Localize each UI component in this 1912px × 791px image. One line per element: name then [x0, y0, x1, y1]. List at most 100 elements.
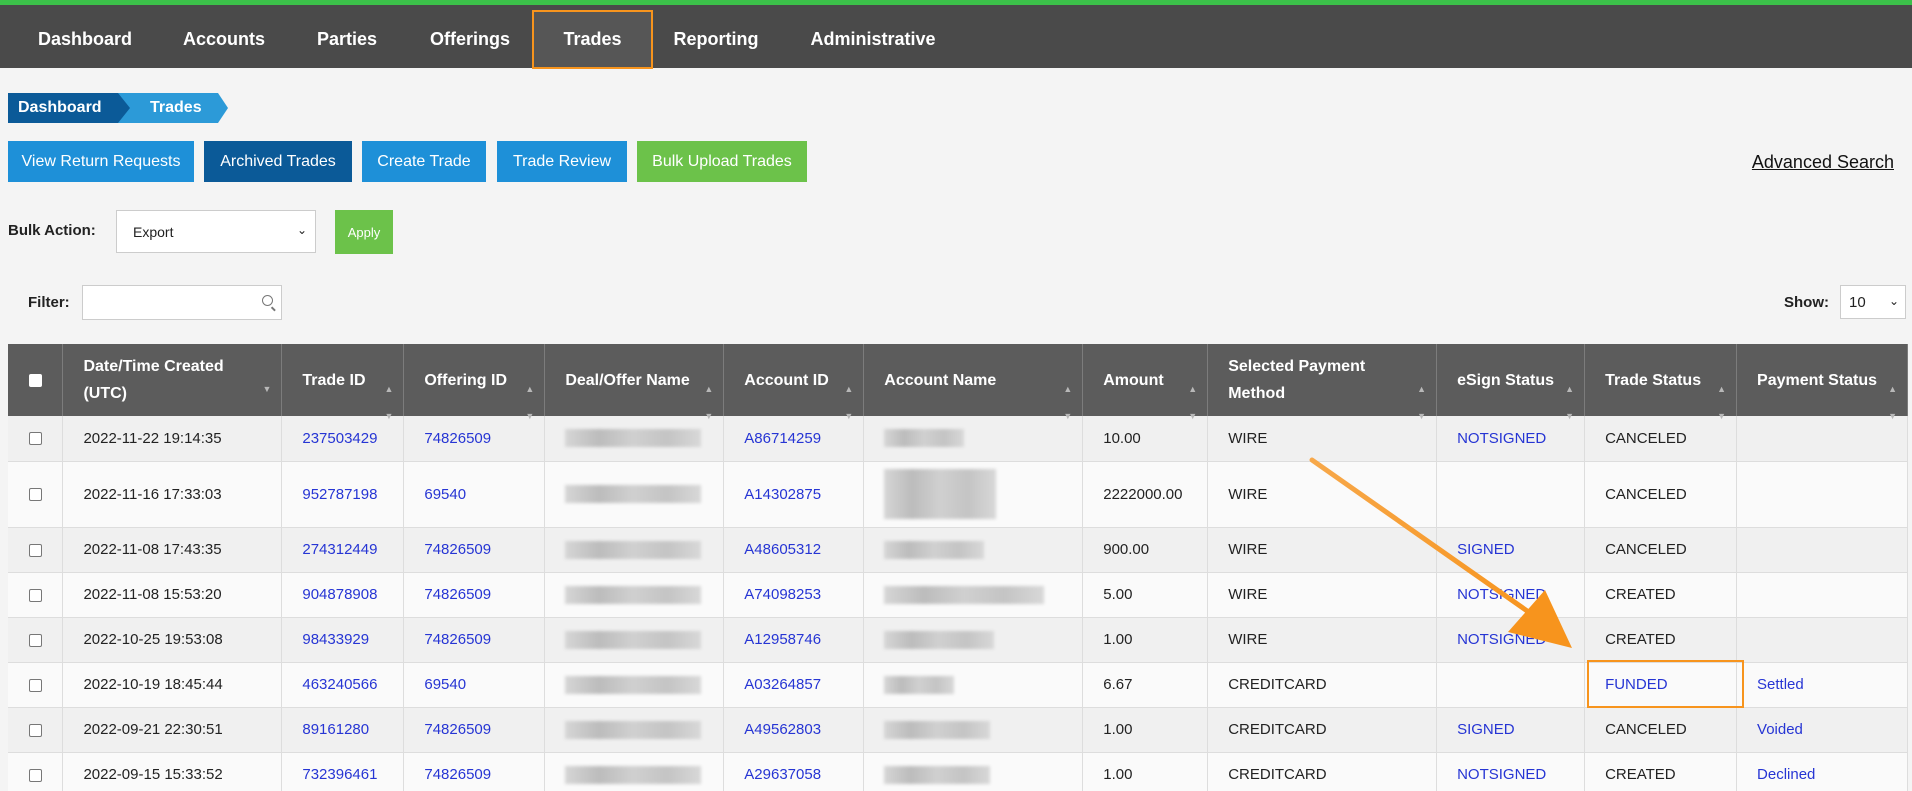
col-offering-id[interactable]: Offering ID ▲ ▼: [403, 344, 546, 421]
cell-offering-id-link[interactable]: 74826509: [403, 617, 546, 663]
cell-trade-status-highlighted[interactable]: FUNDED: [1584, 662, 1738, 708]
cell-trade-id-link[interactable]: 732396461: [281, 752, 405, 791]
cell-trade-id-link[interactable]: 463240566: [281, 662, 405, 708]
cell-esign-status[interactable]: NOTSIGNED: [1436, 752, 1586, 791]
row-checkbox[interactable]: [28, 488, 42, 502]
cell-account-id-link[interactable]: A86714259: [723, 416, 865, 462]
cell-payment-status[interactable]: Voided: [1736, 707, 1908, 753]
cell-account-id-link[interactable]: A48605312: [723, 527, 865, 573]
col-trade-id[interactable]: Trade ID ▲ ▼: [281, 344, 405, 421]
col-deal-offer-name[interactable]: Deal/Offer Name ▲ ▼: [544, 344, 725, 421]
cell-esign-status[interactable]: NOTSIGNED: [1436, 617, 1586, 663]
sort-icon: ▲ ▼: [1417, 384, 1427, 421]
row-checkbox[interactable]: [28, 633, 42, 647]
cell-offering-id-link[interactable]: 74826509: [403, 572, 546, 618]
cell-account-name-redacted: [863, 461, 1084, 528]
cell-account-id-link[interactable]: A03264857: [723, 662, 865, 708]
cell-trade-id-link[interactable]: 89161280: [281, 707, 405, 753]
cell-deal-name-redacted: [544, 416, 725, 462]
cell-payment-status[interactable]: [1736, 527, 1908, 573]
col-account-id[interactable]: Account ID ▲ ▼: [723, 344, 865, 421]
cell-esign-status[interactable]: [1436, 662, 1586, 708]
nav-accounts[interactable]: Accounts: [168, 10, 280, 69]
sort-icon: ▲ ▼: [1717, 384, 1727, 421]
advanced-search-link[interactable]: Advanced Search: [1752, 152, 1894, 173]
cell-offering-id-link[interactable]: 74826509: [403, 752, 546, 791]
cell-payment-status[interactable]: Declined: [1736, 752, 1908, 791]
cell-date: 2022-11-22 19:14:35: [62, 416, 283, 462]
breadcrumb-dashboard[interactable]: Dashboard: [8, 93, 130, 123]
trade-review-button[interactable]: Trade Review: [497, 141, 627, 182]
nav-trades[interactable]: Trades: [532, 10, 653, 69]
cell-payment-status[interactable]: [1736, 461, 1908, 528]
nav-administrative[interactable]: Administrative: [800, 10, 946, 69]
row-checkbox[interactable]: [28, 543, 42, 557]
cell-date: 2022-09-21 22:30:51: [62, 707, 283, 753]
cell-trade-id-link[interactable]: 904878908: [281, 572, 405, 618]
cell-trade-id-link[interactable]: 274312449: [281, 527, 405, 573]
cell-esign-status[interactable]: [1436, 461, 1586, 528]
show-count-select[interactable]: 10 ⌄: [1840, 285, 1906, 319]
table-row: 2022-11-08 15:53:20 904878908 74826509 A…: [8, 572, 1908, 618]
row-checkbox[interactable]: [28, 678, 42, 692]
cell-trade-id-link[interactable]: 952787198: [281, 461, 405, 528]
row-checkbox[interactable]: [28, 588, 42, 602]
cell-payment-status[interactable]: [1736, 416, 1908, 462]
archived-trades-button[interactable]: Archived Trades: [204, 141, 352, 182]
row-checkbox[interactable]: [28, 768, 42, 782]
nav-reporting[interactable]: Reporting: [660, 10, 772, 69]
show-label: Show:: [1784, 294, 1829, 311]
bulk-upload-trades-button[interactable]: Bulk Upload Trades: [637, 141, 807, 182]
cell-offering-id-link[interactable]: 74826509: [403, 527, 546, 573]
sort-icon: ▲ ▼: [1063, 384, 1073, 421]
apply-button[interactable]: Apply: [335, 210, 393, 254]
nav-offerings[interactable]: Offerings: [414, 10, 526, 69]
table-row: 2022-09-21 22:30:51 89161280 74826509 A4…: [8, 707, 1908, 753]
row-checkbox[interactable]: [28, 432, 42, 446]
cell-account-name-redacted: [863, 662, 1084, 708]
select-all-checkbox[interactable]: [28, 373, 42, 387]
row-select: [8, 752, 64, 791]
cell-account-name-redacted: [863, 617, 1084, 663]
cell-account-id-link[interactable]: A49562803: [723, 707, 865, 753]
nav-dashboard[interactable]: Dashboard: [20, 10, 150, 69]
row-checkbox[interactable]: [28, 723, 42, 737]
col-trade-status[interactable]: Trade Status ▲ ▼: [1584, 344, 1738, 421]
cell-esign-status[interactable]: NOTSIGNED: [1436, 572, 1586, 618]
cell-trade-id-link[interactable]: 98433929: [281, 617, 405, 663]
create-trade-button[interactable]: Create Trade: [362, 141, 486, 182]
cell-payment-status[interactable]: [1736, 572, 1908, 618]
row-select: [8, 572, 64, 618]
cell-esign-status[interactable]: SIGNED: [1436, 527, 1586, 573]
sort-icon: ▲ ▼: [1888, 384, 1897, 421]
cell-deal-name-redacted: [544, 461, 725, 528]
cell-payment-status[interactable]: Settled: [1736, 662, 1908, 708]
cell-offering-id-link[interactable]: 69540: [403, 461, 546, 528]
col-amount[interactable]: Amount ▲ ▼: [1082, 344, 1209, 421]
cell-payment-status[interactable]: [1736, 617, 1908, 663]
bulk-action-select[interactable]: Export ⌄: [116, 210, 316, 253]
sort-icon: ▲ ▼: [1188, 384, 1198, 421]
cell-esign-status[interactable]: SIGNED: [1436, 707, 1586, 753]
cell-account-id-link[interactable]: A12958746: [723, 617, 865, 663]
cell-offering-id-link[interactable]: 69540: [403, 662, 546, 708]
cell-account-id-link[interactable]: A74098253: [723, 572, 865, 618]
cell-account-id-link[interactable]: A29637058: [723, 752, 865, 791]
nav-parties[interactable]: Parties: [298, 10, 396, 69]
sort-icon: ▲ ▼: [1565, 384, 1575, 421]
view-return-requests-button[interactable]: View Return Requests: [8, 141, 194, 182]
cell-offering-id-link[interactable]: 74826509: [403, 416, 546, 462]
filter-input[interactable]: [82, 285, 282, 320]
col-payment-status[interactable]: Payment Status ▲ ▼: [1736, 344, 1908, 421]
row-select: [8, 707, 64, 753]
cell-payment-method: CREDITCARD: [1207, 707, 1438, 753]
cell-amount: 5.00: [1082, 572, 1209, 618]
col-payment-method[interactable]: Selected Payment Method ▲ ▼: [1207, 344, 1438, 421]
col-esign-status[interactable]: eSign Status ▲ ▼: [1436, 344, 1586, 421]
cell-account-id-link[interactable]: A14302875: [723, 461, 865, 528]
cell-trade-status: CREATED: [1584, 617, 1738, 663]
cell-offering-id-link[interactable]: 74826509: [403, 707, 546, 753]
cell-esign-status[interactable]: NOTSIGNED: [1436, 416, 1586, 462]
col-date-created[interactable]: Date/Time Created (UTC) ▼: [62, 344, 283, 416]
col-account-name[interactable]: Account Name ▲ ▼: [863, 344, 1084, 421]
